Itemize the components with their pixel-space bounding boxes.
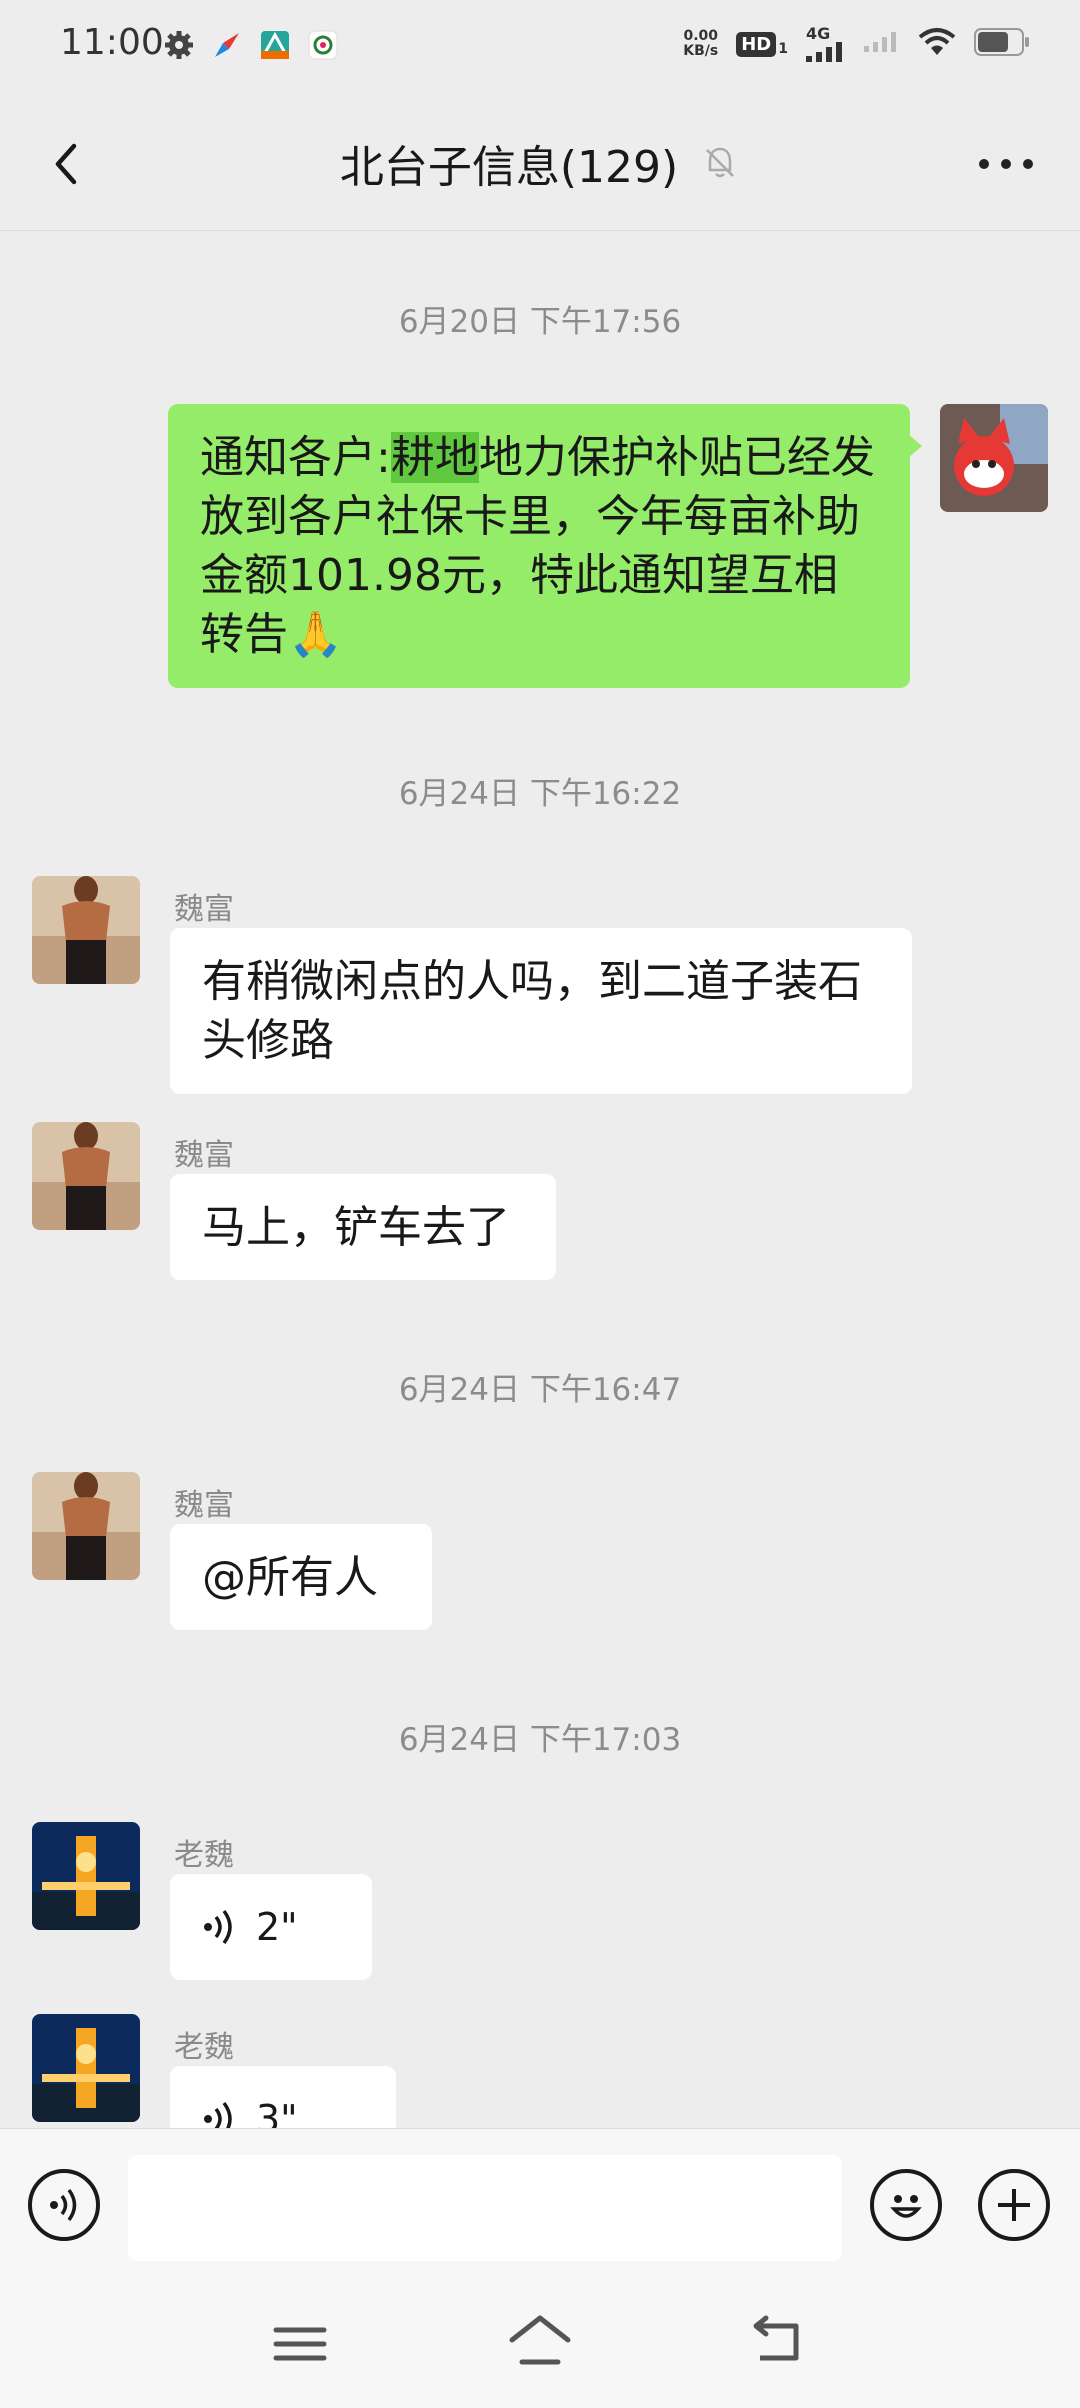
mobile-app-icon [306, 28, 340, 62]
dot-icon [979, 159, 989, 169]
menu-icon [273, 2327, 327, 2361]
return-icon [753, 2315, 799, 2361]
status-right-group: 0.00 KB/s HD 1 4G [683, 26, 1030, 62]
home-icon [509, 2315, 571, 2365]
timestamp: 6月20日 下午17:56 [398, 304, 682, 340]
wifi-icon [918, 27, 956, 61]
smiley-icon [890, 2195, 922, 2218]
status-bar: 11:00 0.00 KB/s HD 1 4G [0, 0, 1080, 96]
voice-wave-icon [204, 1909, 232, 1945]
timestamp: 6月24日 下午16:22 [398, 776, 682, 812]
voice-icon [50, 2188, 77, 2222]
signal-icon-2 [864, 32, 900, 56]
emoji-button[interactable] [870, 2169, 942, 2241]
my-avatar[interactable] [940, 404, 1048, 512]
sender-avatar[interactable] [32, 1472, 140, 1580]
sender-avatar[interactable] [32, 1122, 140, 1230]
sender-avatar[interactable] [32, 2014, 140, 2122]
dot-icon [1023, 159, 1033, 169]
timestamp: 6月24日 下午17:03 [398, 1722, 682, 1758]
more-button[interactable] [970, 140, 1042, 188]
sender-avatar[interactable] [32, 876, 140, 984]
input-bar [0, 2128, 1080, 2279]
back-nav-button[interactable] [746, 2312, 810, 2376]
sender-name: 魏富 [174, 1488, 234, 1523]
chat-header: 北台子信息(129) [0, 96, 1080, 231]
outgoing-message-bubble[interactable]: 通知各户:耕地地力保护补贴已经发放到各户社保卡里，今年每亩补助金额101.98元… [168, 404, 910, 688]
sender-avatar[interactable] [32, 1822, 140, 1930]
compass-app-icon [210, 28, 244, 62]
voice-duration: 2" [256, 1904, 298, 1949]
bubble-tail [908, 434, 922, 458]
home-nav-button[interactable] [506, 2310, 574, 2378]
voice-message-bubble[interactable]: 2" [170, 1874, 372, 1980]
highlighted-keyword: 耕地 [390, 432, 479, 483]
plus-icon [998, 2189, 1030, 2221]
page-title: 北台子信息(129) [339, 142, 679, 193]
sender-name: 老魏 [174, 1838, 234, 1873]
battery-icon [974, 28, 1030, 60]
timestamp: 6月24日 下午16:47 [398, 1372, 682, 1408]
sender-name: 魏富 [174, 892, 234, 927]
settings-icon [162, 28, 196, 62]
hd-indicator: HD 1 [736, 31, 788, 57]
message-input[interactable] [128, 2155, 842, 2261]
title-group: 北台子信息(129) [0, 96, 1080, 230]
more-functions-button[interactable] [978, 2169, 1050, 2241]
incoming-message-bubble[interactable]: @所有人 [170, 1524, 432, 1630]
signal-4g-icon: 4G [806, 26, 846, 62]
dot-icon [1001, 159, 1011, 169]
incoming-message-bubble[interactable]: 有稍微闲点的人吗，到二道子装石头修路 [170, 928, 912, 1094]
incoming-message-bubble[interactable]: 马上，铲车去了 [170, 1174, 556, 1280]
praying-hands-emoji: 🙏 [288, 609, 343, 660]
network-speed: 0.00 KB/s [683, 28, 719, 59]
notification-icons [162, 28, 340, 62]
sender-name: 老魏 [174, 2030, 234, 2065]
menu-nav-button[interactable] [268, 2314, 332, 2378]
status-time: 11:00 [60, 22, 164, 63]
system-nav-bar [0, 2278, 1080, 2408]
sender-name: 魏富 [174, 1138, 234, 1173]
voice-input-button[interactable] [28, 2169, 100, 2241]
mute-bell-icon [706, 147, 735, 178]
bank-app-icon [258, 28, 292, 62]
